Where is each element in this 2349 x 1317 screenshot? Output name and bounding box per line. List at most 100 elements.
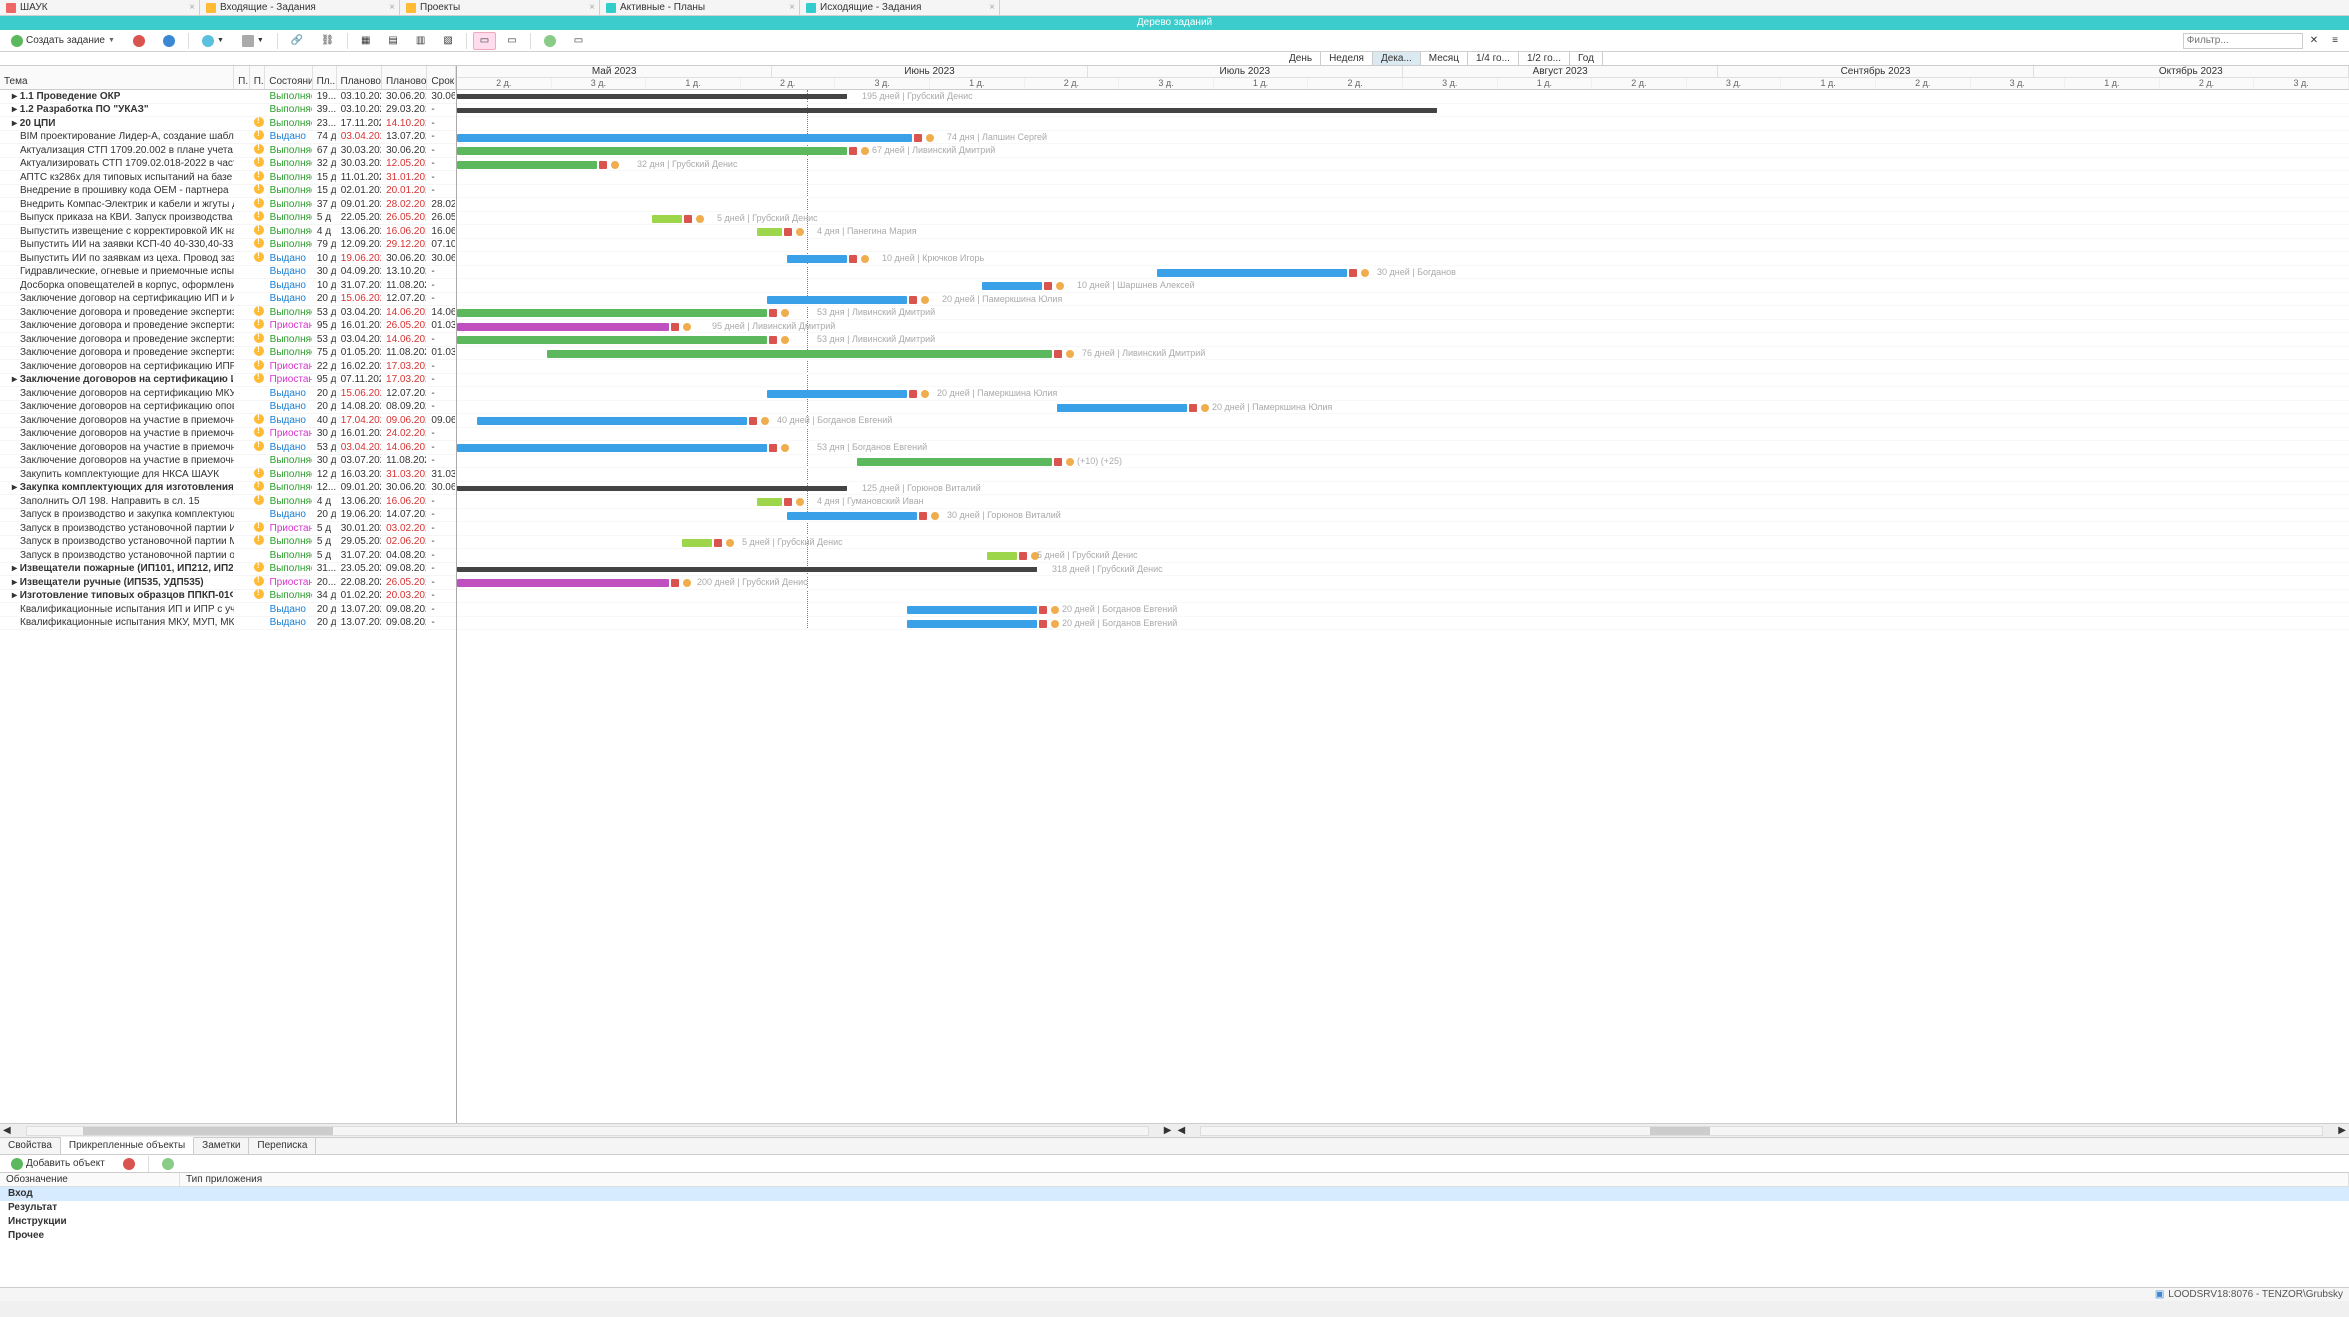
gantt-row[interactable] xyxy=(457,590,2349,604)
table-row[interactable]: ▸ Закупка комплектующих для изготовления… xyxy=(0,482,456,496)
table-row[interactable]: Заключение договоров на сертификацию МКУ… xyxy=(0,387,456,401)
filter-menu-button[interactable]: ≡ xyxy=(2325,32,2345,50)
column-header[interactable]: Планово... xyxy=(337,66,382,89)
gantt-row[interactable]: 20 дней | Богданов Евгений xyxy=(457,617,2349,631)
gantt-row[interactable]: 5 дней | Грубский Денис xyxy=(457,212,2349,226)
sort-asc-button[interactable]: ▥ xyxy=(409,32,432,50)
gantt-bar[interactable] xyxy=(457,486,847,491)
table-row[interactable]: Заключение договора и проведение эксперт… xyxy=(0,347,456,361)
remove-object-button[interactable] xyxy=(116,1155,142,1173)
table-row[interactable]: Заключение договор на сертификацию ИП и … xyxy=(0,293,456,307)
detail-tab[interactable]: Свойства xyxy=(0,1138,61,1154)
table-row[interactable]: ▸ 20 ЦПИВыполняется23...17.11.202114.10.… xyxy=(0,117,456,131)
h-scrollbar[interactable]: ◀ ▶ ◀ ▶ xyxy=(0,1123,2349,1137)
gantt-row[interactable] xyxy=(457,428,2349,442)
table-row[interactable]: Заключение договора и проведение эксперт… xyxy=(0,333,456,347)
gantt-row[interactable] xyxy=(457,374,2349,388)
gantt-row[interactable]: 30 дней | Богданов xyxy=(457,266,2349,280)
gantt-row[interactable]: 318 дней | Грубский Денис xyxy=(457,563,2349,577)
gantt-row[interactable]: 5 дней | Грубский Денис xyxy=(457,549,2349,563)
table-row[interactable]: Запуск в производство установочной парти… xyxy=(0,549,456,563)
indent-button[interactable]: ▦ xyxy=(354,32,377,50)
gantt-row[interactable] xyxy=(457,185,2349,199)
timescale-button[interactable]: Дека... xyxy=(1373,52,1421,65)
table-row[interactable]: Запуск в производство установочной парти… xyxy=(0,522,456,536)
gantt-bar[interactable] xyxy=(682,539,712,547)
gantt-bar[interactable] xyxy=(787,255,847,263)
gantt-body[interactable]: 195 дней | Грубский Денис74 дня | Лапшин… xyxy=(457,90,2349,630)
refresh-objects-button[interactable] xyxy=(155,1155,181,1173)
gantt-row[interactable]: 20 дней | Памеркшина Юлия xyxy=(457,401,2349,415)
attach-category[interactable]: Прочее xyxy=(0,1229,2349,1243)
card-button[interactable]: ▭ xyxy=(567,32,590,50)
attach-body[interactable]: ВходРезультатИнструкцииПрочее xyxy=(0,1187,2349,1287)
table-row[interactable]: Запуск в производство установочной парти… xyxy=(0,536,456,550)
table-row[interactable]: ▸ Изготовление типовых образцов ППКП-01Ф… xyxy=(0,590,456,604)
window-tab[interactable]: Исходящие - Задания× xyxy=(800,0,1000,15)
column-header[interactable]: Тема xyxy=(0,66,234,89)
delete-button[interactable] xyxy=(126,32,152,50)
table-row[interactable]: Заключение договора и проведение эксперт… xyxy=(0,306,456,320)
gantt-row[interactable]: 4 дня | Гумановский Иван xyxy=(457,495,2349,509)
view2-button[interactable]: ▭ xyxy=(500,32,523,50)
table-row[interactable]: Закупить комплектующие для НКСА ШАУКВыпо… xyxy=(0,468,456,482)
table-row[interactable]: Заключение договоров на участие в приемо… xyxy=(0,455,456,469)
filter-clear-button[interactable]: ✕ xyxy=(2303,32,2325,50)
gantt-bar[interactable] xyxy=(757,498,782,506)
gantt-row[interactable]: 76 дней | Ливинский Дмитрий xyxy=(457,347,2349,361)
table-row[interactable]: ▸ Извещатели ручные (ИП535, УДП535)Приос… xyxy=(0,576,456,590)
table-row[interactable]: Квалификационные испытания МКУ, МУП, МКШ… xyxy=(0,617,456,631)
gantt-bar[interactable] xyxy=(457,134,912,142)
table-row[interactable]: Актуализация СТП 1709.20.002 в плане уче… xyxy=(0,144,456,158)
table-row[interactable]: ▸ Заключение договоров на сертификацию И… xyxy=(0,374,456,388)
gantt-row[interactable]: (+10) (+25) xyxy=(457,455,2349,469)
column-header[interactable]: Пл... xyxy=(313,66,337,89)
gantt-row[interactable]: 10 дней | Шаршнев Алексей xyxy=(457,279,2349,293)
create-task-button[interactable]: Создать задание ▼ xyxy=(4,32,122,50)
gantt-bar[interactable] xyxy=(767,296,907,304)
window-tab[interactable]: ШАУК× xyxy=(0,0,200,15)
link-button[interactable]: 🔗 xyxy=(284,32,310,50)
col-label[interactable]: Обозначение xyxy=(0,1173,180,1186)
gantt-row[interactable]: 20 дней | Памеркшина Юлия xyxy=(457,293,2349,307)
gantt-row[interactable] xyxy=(457,104,2349,118)
gantt-bar[interactable] xyxy=(1057,404,1187,412)
gantt-row[interactable]: 4 дня | Панегина Мария xyxy=(457,225,2349,239)
gantt-row[interactable]: 30 дней | Горюнов Виталий xyxy=(457,509,2349,523)
table-row[interactable]: АПТС кз286х для типовых испытаний на баз… xyxy=(0,171,456,185)
table-row[interactable]: BIM проектирование Лидер-А, создание шаб… xyxy=(0,131,456,145)
attach-category[interactable]: Инструкции xyxy=(0,1215,2349,1229)
timescale-button[interactable]: Неделя xyxy=(1321,52,1373,65)
sort-desc-button[interactable]: ▧ xyxy=(436,32,459,50)
refresh-button[interactable]: ▼ xyxy=(195,32,231,50)
table-row[interactable]: Досборка оповещателей в корпус, оформлен… xyxy=(0,279,456,293)
table-row[interactable]: Внедрение в прошивку кода OEM - партнера… xyxy=(0,185,456,199)
table-row[interactable]: Заключение договоров на сертификацию ИПР… xyxy=(0,360,456,374)
gantt-bar[interactable] xyxy=(907,606,1037,614)
gantt-row[interactable] xyxy=(457,468,2349,482)
table-row[interactable]: Заключение договоров на участие в приемо… xyxy=(0,428,456,442)
grid-body[interactable]: ▸ 1.1 Проведение ОКРВыполняется19...03.1… xyxy=(0,90,456,1123)
table-row[interactable]: ▸ 1.2 Разработка ПО "УКАЗ"Выполняется39.… xyxy=(0,104,456,118)
detail-tab[interactable]: Переписка xyxy=(249,1138,316,1154)
attach-category[interactable]: Результат xyxy=(0,1201,2349,1215)
view1-button[interactable]: ▭ xyxy=(473,32,496,50)
table-row[interactable]: Квалификационные испытания ИП и ИПР с уч… xyxy=(0,603,456,617)
close-icon[interactable]: × xyxy=(589,2,595,13)
gantt-bar[interactable] xyxy=(907,620,1037,628)
gantt-row[interactable] xyxy=(457,117,2349,131)
gantt-row[interactable] xyxy=(457,239,2349,253)
gantt-bar[interactable] xyxy=(457,108,1437,113)
gantt-bar[interactable] xyxy=(457,579,669,587)
gantt-bar[interactable] xyxy=(757,228,782,236)
detail-tab[interactable]: Прикрепленные объекты xyxy=(61,1137,194,1154)
column-header[interactable]: П... xyxy=(234,66,250,89)
timescale-button[interactable]: Год xyxy=(1570,52,1603,65)
close-icon[interactable]: × xyxy=(789,2,795,13)
gantt-bar[interactable] xyxy=(457,147,847,155)
window-tab[interactable]: Проекты× xyxy=(400,0,600,15)
gantt-row[interactable]: 67 дней | Ливинский Дмитрий xyxy=(457,144,2349,158)
info-button[interactable] xyxy=(156,32,182,50)
gantt-row[interactable] xyxy=(457,198,2349,212)
timescale-button[interactable]: 1/2 го... xyxy=(1519,52,1570,65)
